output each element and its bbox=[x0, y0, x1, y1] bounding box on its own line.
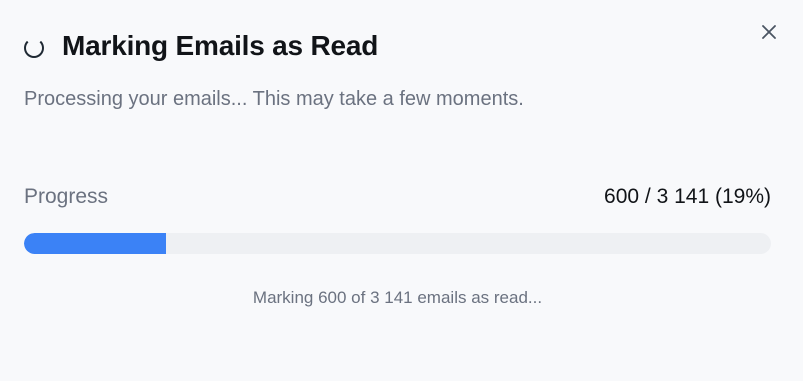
spinner-icon bbox=[24, 37, 44, 58]
close-icon bbox=[762, 25, 776, 39]
dialog-header: Marking Emails as Read bbox=[24, 30, 378, 62]
progress-dialog: Marking Emails as Read Processing your e… bbox=[0, 0, 803, 381]
close-button[interactable] bbox=[757, 20, 781, 44]
progress-label: Progress bbox=[24, 185, 109, 208]
dialog-title: Marking Emails as Read bbox=[62, 30, 379, 61]
progress-bar-fill bbox=[24, 233, 166, 254]
dialog-subtitle: Processing your emails... This may take … bbox=[24, 88, 524, 110]
progress-count: 600 / 3 141 (19%) bbox=[604, 185, 771, 208]
progress-bar bbox=[24, 233, 771, 254]
status-message: Marking 600 of 3 141 emails as read... bbox=[252, 288, 543, 307]
